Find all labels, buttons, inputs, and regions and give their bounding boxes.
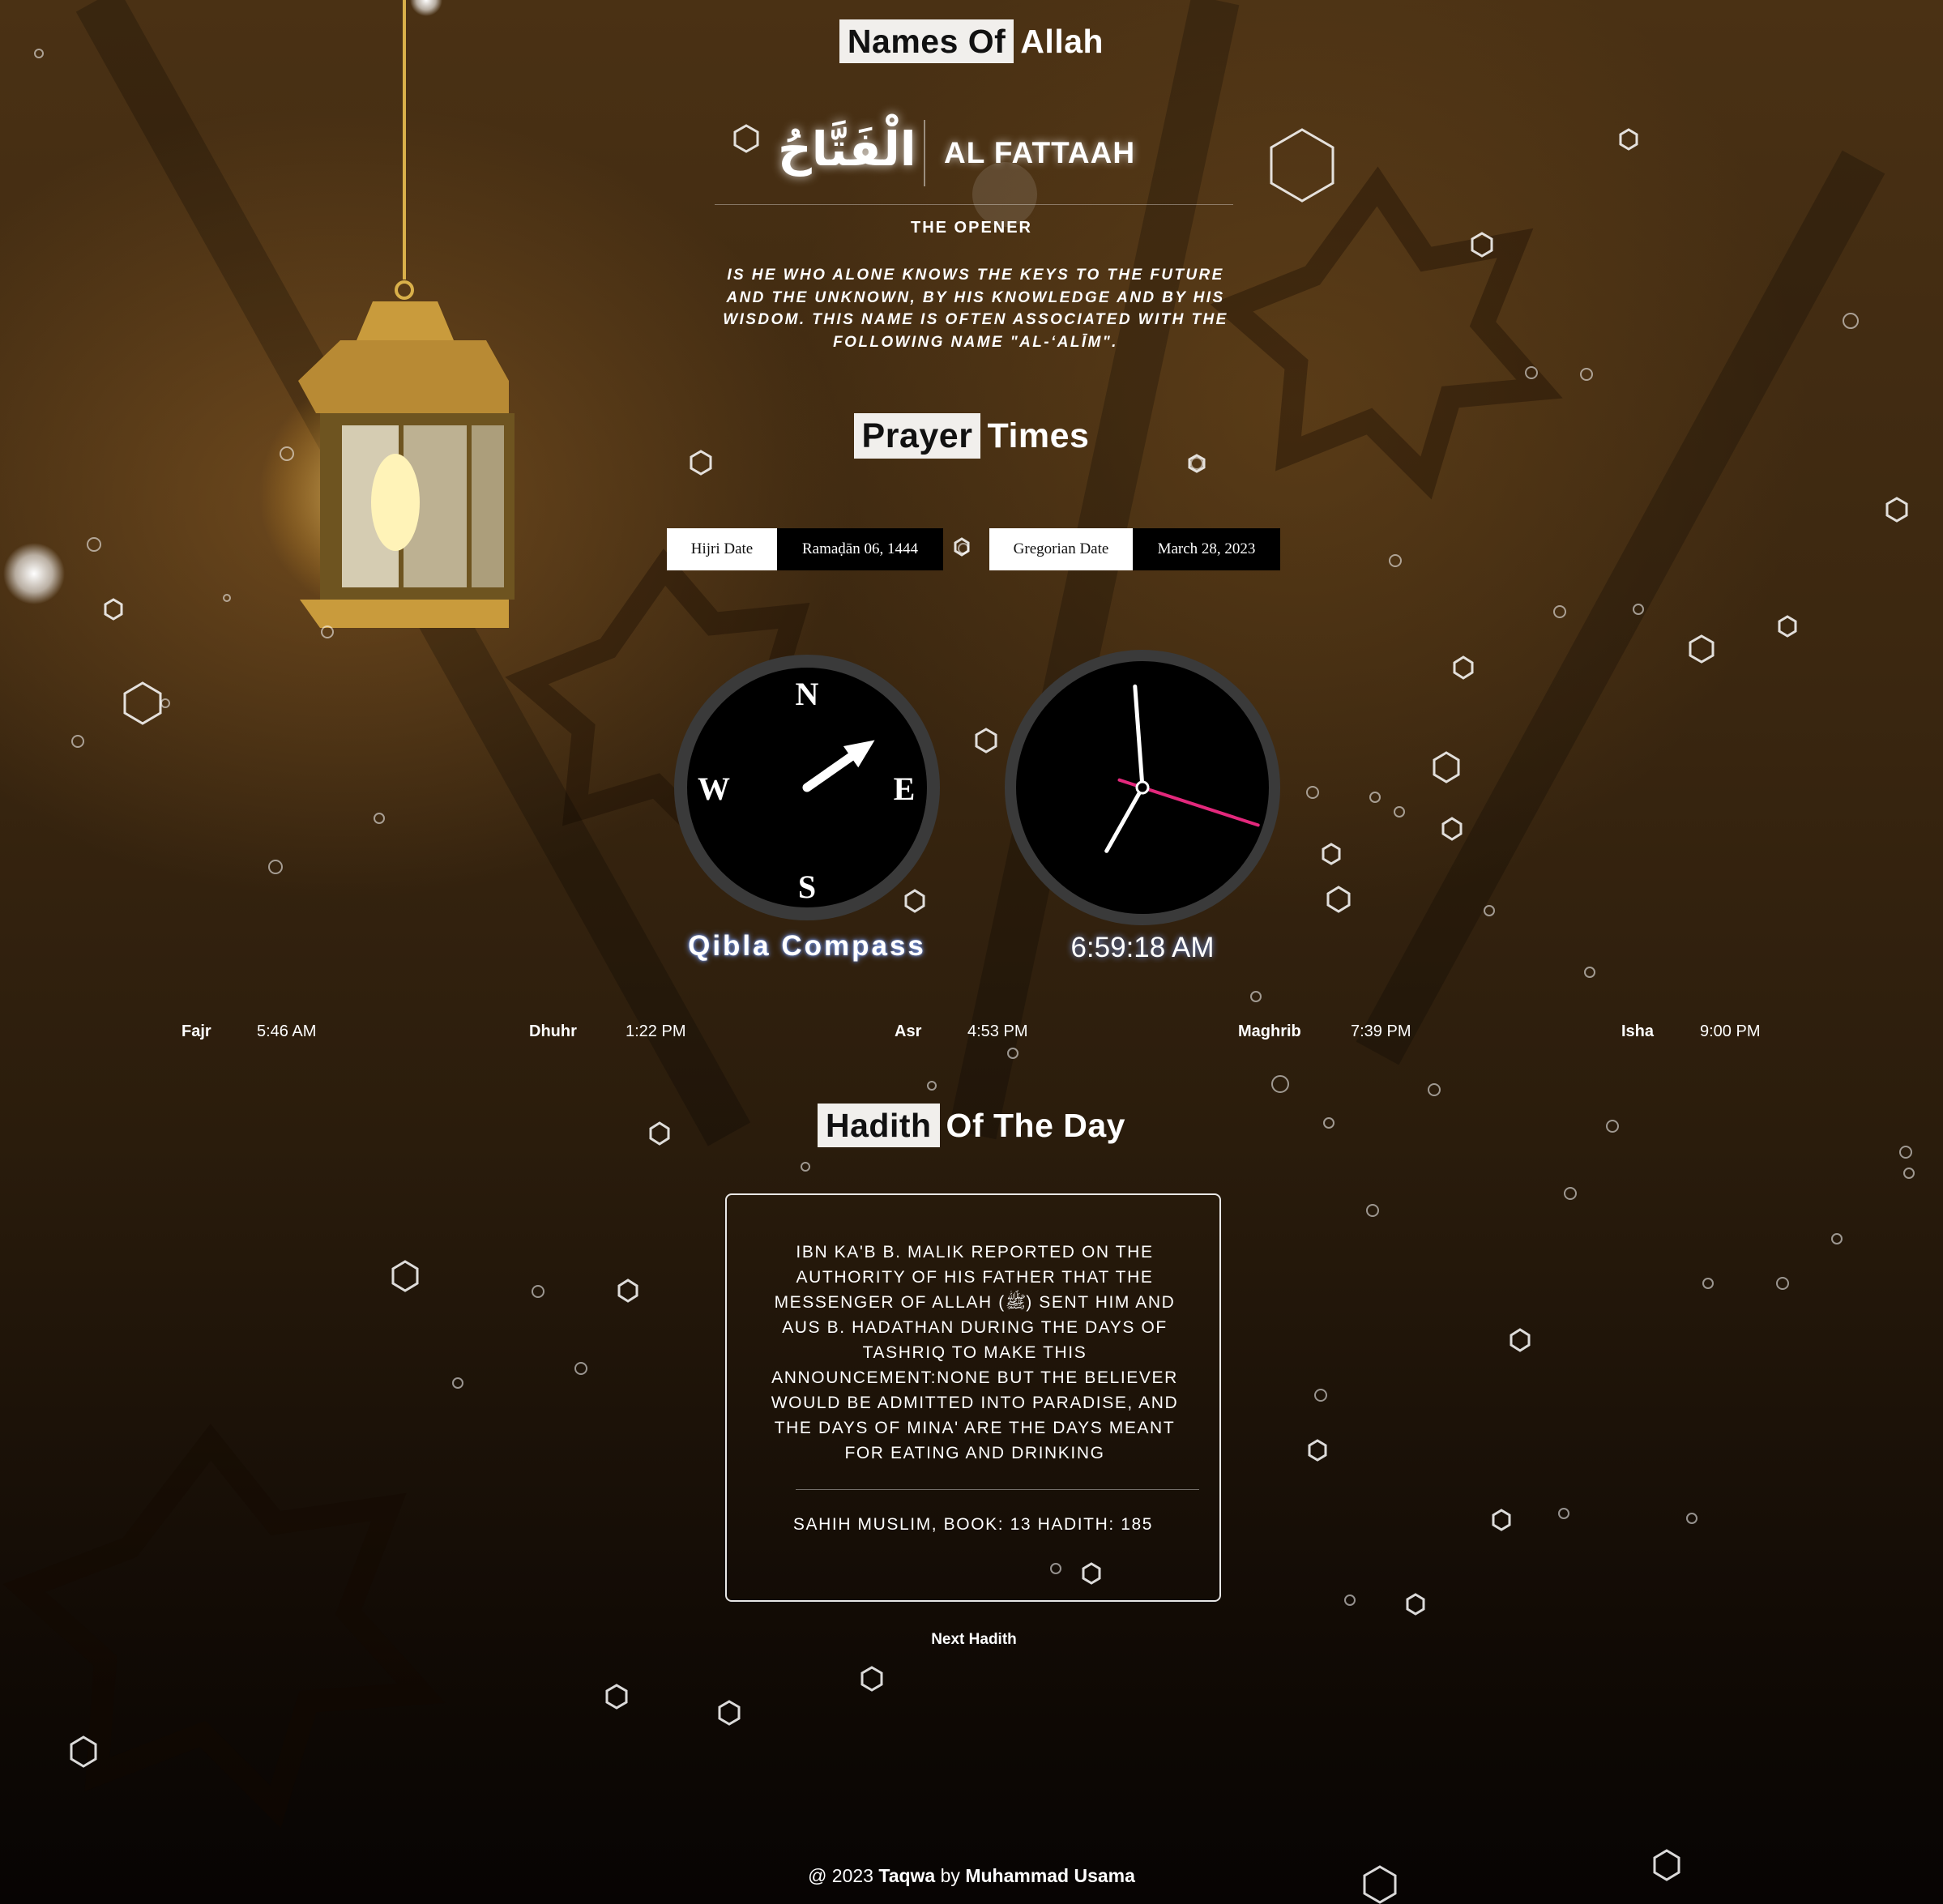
- hijri-date-pill: Hijri Date Ramaḍān 06, 1444: [667, 528, 943, 570]
- digital-time: 6:59:18 AM: [1070, 932, 1215, 963]
- name-transliteration: AL FATTAAH: [944, 136, 1136, 169]
- prayer-title-highlight: Prayer: [853, 413, 981, 459]
- footer-by: by: [940, 1865, 960, 1886]
- name-divider: [924, 120, 925, 186]
- footer-brand-link[interactable]: Taqwa: [878, 1865, 935, 1886]
- next-hadith-button[interactable]: Next Hadith: [893, 1630, 1055, 1650]
- hadith-title-rest: Of The Day: [946, 1107, 1125, 1144]
- arabic-name: الْفَتَّاحُ: [778, 122, 916, 177]
- prayer-time-asr: 4:53 PM: [967, 1022, 1028, 1040]
- prayer-name-fajr: Fajr: [181, 1022, 211, 1040]
- hadith-of-the-day-title: Hadith Of The Day: [0, 1104, 1943, 1147]
- gregorian-date-value: March 28, 2023: [1133, 528, 1280, 570]
- gregorian-date-label: Gregorian Date: [989, 528, 1133, 570]
- prayer-name-isha: Isha: [1621, 1022, 1655, 1040]
- names-title-rest: Allah: [1020, 23, 1104, 60]
- names-title-highlight: Names Of: [839, 19, 1014, 63]
- prayer-title-rest: Times: [987, 416, 1090, 455]
- prayer-name-dhuhr: Dhuhr: [529, 1022, 577, 1040]
- hijri-date-value: Ramaḍān 06, 1444: [777, 528, 943, 570]
- compass-label: Qibla Compass: [688, 930, 926, 962]
- name-separator: [715, 204, 1233, 205]
- analog-clock: [1005, 650, 1280, 925]
- compass-north: N: [796, 676, 819, 712]
- hadith-reference: SAHIH MUSLIM, BOOK: 13 HADITH: 185: [792, 1515, 1154, 1534]
- footer-author-link[interactable]: Muhammad Usama: [965, 1865, 1135, 1886]
- prayer-name-maghrib: Maghrib: [1238, 1022, 1301, 1040]
- compass-west: W: [698, 771, 730, 807]
- prayer-time-fajr: 5:46 AM: [257, 1022, 317, 1040]
- prayer-time-maghrib: 7:39 PM: [1351, 1022, 1411, 1040]
- hadith-title-highlight: Hadith: [818, 1104, 940, 1147]
- prayer-time-isha: 9:00 PM: [1700, 1022, 1761, 1040]
- compass-south: S: [798, 869, 816, 905]
- clock-center-pin: [1135, 780, 1150, 795]
- name-meaning: THE OPENER: [910, 219, 1033, 237]
- prayer-name-asr: Asr: [895, 1022, 922, 1040]
- hijri-date-label: Hijri Date: [667, 528, 777, 570]
- name-description: IS HE WHO ALONE KNOWS THE KEYS TO THE FU…: [723, 267, 1228, 351]
- footer-copyright: @ 2023: [808, 1865, 873, 1886]
- hadith-separator: [796, 1489, 1199, 1490]
- qibla-compass: N S E W: [674, 655, 940, 920]
- names-of-allah-title: Names Of Allah: [0, 19, 1943, 63]
- compass-east: E: [894, 771, 916, 807]
- hadith-text: IBN KA'B B. MALIK REPORTED ON THE AUTHOR…: [771, 1243, 1179, 1462]
- footer: @ 2023 Taqwa by Muhammad Usama: [0, 1865, 1943, 1887]
- prayer-time-dhuhr: 1:22 PM: [626, 1022, 686, 1040]
- gregorian-date-pill: Gregorian Date March 28, 2023: [989, 528, 1280, 570]
- prayer-times-title: Prayer Times: [0, 413, 1943, 459]
